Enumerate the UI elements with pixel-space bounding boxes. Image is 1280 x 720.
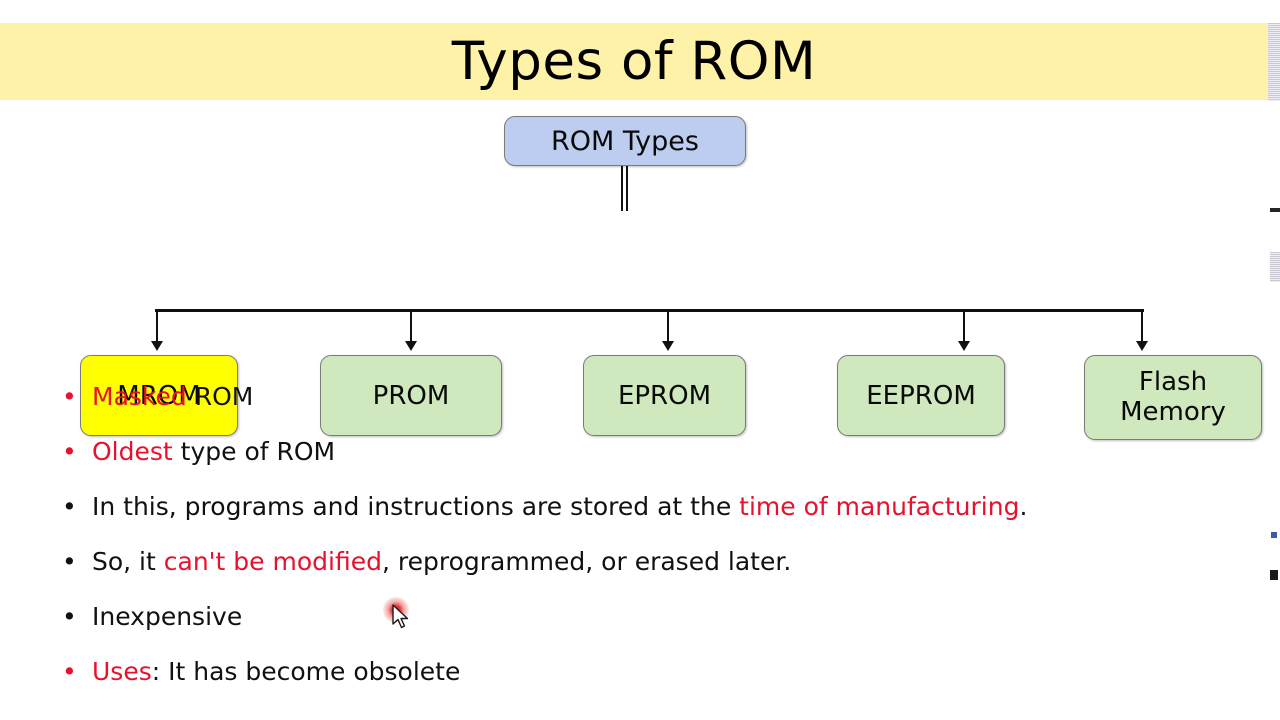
connector-branch-flash: [1141, 311, 1143, 343]
connector-branch-prom: [410, 311, 412, 343]
list-item-text-part: time of manufacturing: [739, 492, 1020, 521]
edge-artifact-dash: [1270, 208, 1280, 212]
bullet-list: • Masked ROM • Oldest type of ROM • In this, …: [62, 382, 1262, 712]
arrowhead-eprom-icon: [662, 341, 674, 351]
bullet-marker-icon: •: [62, 437, 77, 466]
rom-types-tree-diagram: ROM Types MROM PROM EPROM EEPROM Flash M…: [0, 100, 1268, 440]
list-item-text-part: .: [1019, 492, 1028, 521]
arrowhead-flash-icon: [1136, 341, 1148, 351]
diagram-node-root[interactable]: ROM Types: [504, 116, 746, 166]
page-title: Types of ROM: [451, 31, 817, 92]
list-item-text-part: Oldest: [92, 437, 173, 466]
slide-title-banner: Types of ROM: [0, 23, 1268, 100]
list-item-text-part: So, it: [92, 547, 164, 576]
list-item-text: Masked ROM: [92, 382, 253, 411]
edge-artifact-mark-lower: [1270, 570, 1278, 580]
list-item-text: In this, programs and instructions are s…: [92, 492, 1027, 521]
bullet-marker-icon: •: [62, 602, 77, 631]
arrowhead-eeprom-icon: [958, 341, 970, 351]
edge-artifact-mark-upper: [1271, 532, 1277, 538]
edge-artifact-top: [1268, 23, 1280, 101]
list-item-text-part: ROM: [186, 382, 254, 411]
list-item-text: Uses: It has become obsolete: [92, 657, 460, 686]
connector-branch-eeprom: [963, 311, 965, 343]
list-item-text-part: Masked: [92, 382, 187, 411]
list-item: • In this, programs and instructions are …: [62, 492, 1262, 547]
list-item-text-part: type of ROM: [172, 437, 336, 466]
list-item-text-part: can't be modified: [163, 547, 382, 576]
bullet-marker-icon: •: [62, 382, 77, 411]
connector-branch-mrom: [156, 311, 158, 343]
list-item-text-part: In this, programs and instructions are s…: [92, 492, 740, 521]
list-item-text-part: Inexpensive: [92, 602, 243, 631]
list-item-text: So, it can't be modified, reprogrammed, …: [92, 547, 791, 576]
list-item-text: Oldest type of ROM: [92, 437, 335, 466]
list-item-text-part: : It has become obsolete: [151, 657, 461, 686]
bullet-marker-icon: •: [62, 492, 77, 521]
diagram-node-root-label: ROM Types: [551, 125, 699, 157]
arrowhead-mrom-icon: [151, 341, 163, 351]
list-item: • Oldest type of ROM: [62, 437, 1262, 492]
bullet-marker-icon: •: [62, 547, 77, 576]
list-item-text: Inexpensive: [92, 602, 242, 631]
bullet-marker-icon: •: [62, 657, 77, 686]
list-item: • Inexpensive: [62, 602, 1262, 657]
connector-branch-eprom: [667, 311, 669, 343]
edge-artifact-middle: [1270, 252, 1280, 282]
arrow-pointer-icon: [392, 604, 409, 629]
list-item-text-part: Uses: [92, 657, 152, 686]
list-item-text-part: , reprogrammed, or erased later.: [381, 547, 792, 576]
connector-horizontal-bus: [155, 309, 1144, 312]
list-item: • So, it can't be modified, reprogrammed,…: [62, 547, 1262, 602]
list-item: • Masked ROM: [62, 382, 1262, 437]
connector-trunk-left: [621, 166, 623, 211]
arrowhead-prom-icon: [405, 341, 417, 351]
list-item: • Uses: It has become obsolete: [62, 657, 1262, 712]
connector-trunk-right: [626, 166, 628, 211]
